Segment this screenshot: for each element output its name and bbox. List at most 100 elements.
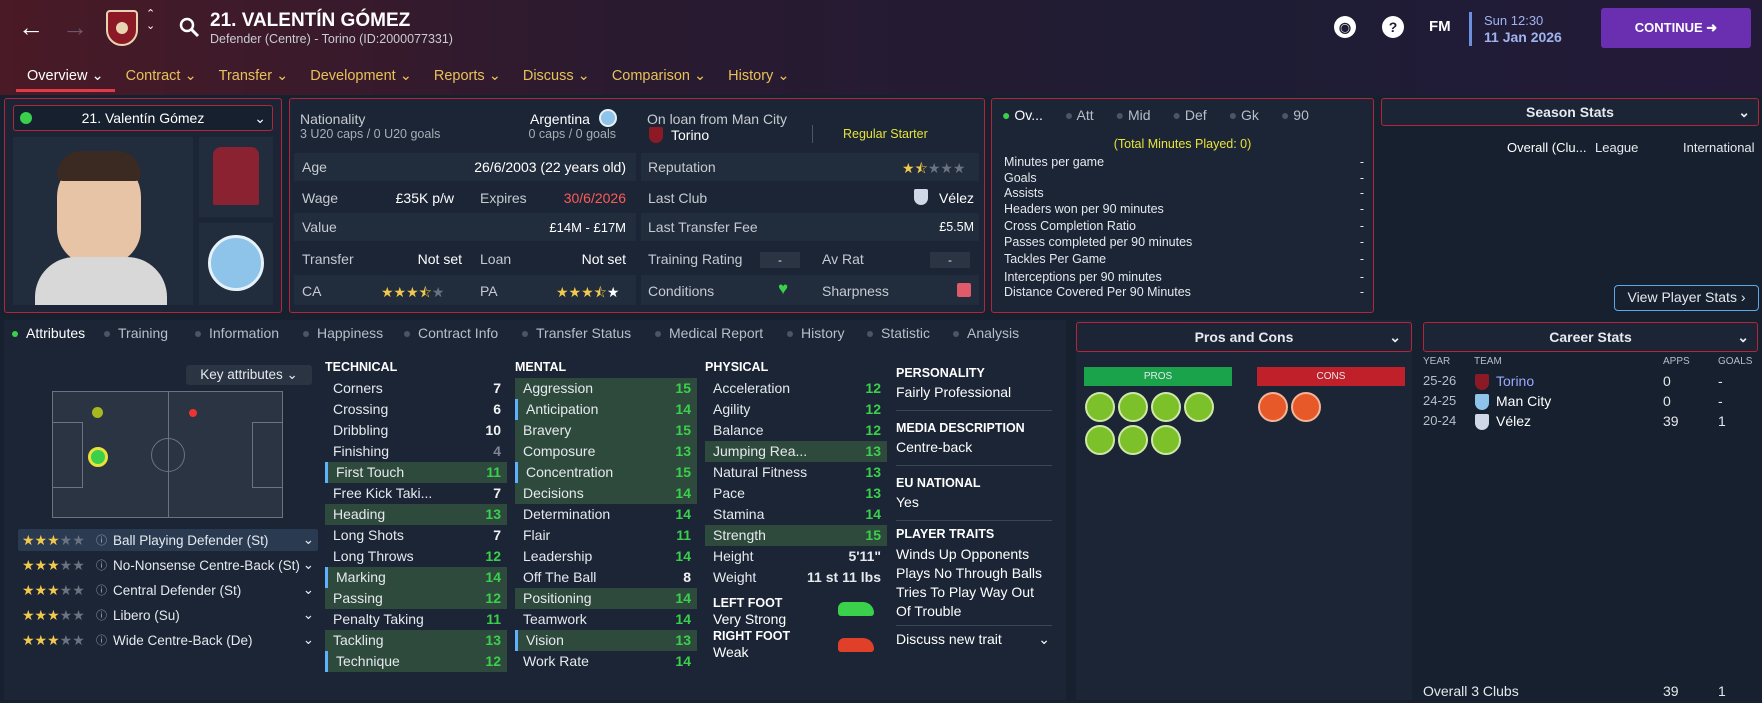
subtab-medical-report[interactable]: Medical Report — [655, 325, 763, 341]
game-date[interactable]: Sun 12:30 11 Jan 2026 — [1469, 12, 1562, 46]
attribute-row[interactable]: Natural Fitness 13 — [705, 462, 887, 483]
club-crest-icon[interactable] — [106, 10, 138, 46]
attribute-row[interactable]: Acceleration 12 — [705, 378, 887, 399]
attribute-row[interactable]: Flair 11 — [515, 525, 697, 546]
help-icon[interactable]: ? — [1382, 16, 1404, 38]
attribute-row[interactable]: Dribbling 10 — [325, 420, 507, 441]
attribute-row[interactable]: Long Shots 7 — [325, 525, 507, 546]
career-team[interactable]: Vélez — [1496, 413, 1531, 429]
subtab-transfer-status[interactable]: Transfer Status — [522, 325, 631, 341]
stats-tab-overview[interactable]: ● Ov... — [1002, 107, 1043, 123]
stats-tab-gk[interactable]: ● Gk — [1229, 107, 1259, 123]
attribute-row[interactable]: Finishing 4 — [325, 441, 507, 462]
pro-shield-icon[interactable] — [1118, 392, 1148, 422]
attribute-row[interactable]: Penalty Taking 11 — [325, 609, 507, 630]
forward-arrow-icon[interactable]: → — [62, 12, 88, 43]
back-arrow-icon[interactable]: ← — [18, 12, 44, 43]
attribute-row[interactable]: Passing 12 — [325, 588, 507, 609]
attribute-row[interactable]: Balance 12 — [705, 420, 887, 441]
tab-overview[interactable]: Overview ⌄ — [16, 62, 115, 92]
attribute-row[interactable]: Crossing 6 — [325, 399, 507, 420]
tab-comparison[interactable]: Comparison ⌄ — [601, 62, 717, 92]
subtab-history[interactable]: History — [787, 325, 845, 341]
con-card-icon[interactable] — [1291, 392, 1321, 422]
info-icon[interactable]: ⓘ — [96, 632, 107, 648]
search-icon[interactable] — [178, 16, 200, 38]
nationality-value[interactable]: Argentina — [530, 111, 590, 127]
career-team[interactable]: Torino — [1496, 373, 1534, 389]
attribute-row[interactable]: Leadership 14 — [515, 546, 697, 567]
attribute-row[interactable]: Determination 14 — [515, 504, 697, 525]
attribute-row[interactable]: Marking 14 — [325, 567, 507, 588]
tab-development[interactable]: Development ⌄ — [299, 62, 423, 92]
tab-transfer[interactable]: Transfer ⌄ — [208, 62, 300, 92]
attribute-row[interactable]: Tackling 13 — [325, 630, 507, 651]
role-row[interactable]: ★★★★★ ⓘ No-Nonsense Centre-Back (St) ⌄ — [18, 554, 318, 576]
stats-tab-att[interactable]: ● Att — [1065, 107, 1094, 123]
attribute-row[interactable]: Off The Ball 8 — [515, 567, 697, 588]
stats-tab-90[interactable]: ● 90 — [1281, 107, 1309, 123]
tab-discuss[interactable]: Discuss ⌄ — [512, 62, 601, 92]
attribute-row[interactable]: Technique 12 — [325, 651, 507, 672]
attribute-row[interactable]: Composure 13 — [515, 441, 697, 462]
role-row[interactable]: ★★★★★ ⓘ Wide Centre-Back (De) ⌄ — [18, 629, 318, 651]
subtab-analysis[interactable]: Analysis — [953, 325, 1019, 341]
subtab-information[interactable]: Information — [195, 325, 279, 341]
stats-tab-mid[interactable]: ● Mid — [1116, 107, 1151, 123]
season-stats-header[interactable]: Season Stats ⌄ — [1381, 98, 1759, 126]
stats-tab-def[interactable]: ● Def — [1173, 107, 1207, 123]
pro-handshake-icon[interactable] — [1151, 425, 1181, 455]
pros-cons-header[interactable]: Pros and Cons ⌄ — [1076, 322, 1412, 352]
attribute-row[interactable]: Decisions 14 — [515, 483, 697, 504]
career-stats-header[interactable]: Career Stats ⌄ — [1423, 322, 1758, 352]
continue-button[interactable]: CONTINUE ➜ — [1601, 8, 1751, 48]
last-club-value[interactable]: Vélez — [930, 190, 974, 206]
pro-clipboard-icon[interactable] — [1085, 392, 1115, 422]
attribute-row[interactable]: Work Rate 14 — [515, 651, 697, 672]
loan-club[interactable]: Torino — [671, 127, 709, 143]
attribute-row[interactable]: Jumping Rea... 13 — [705, 441, 887, 462]
attribute-row[interactable]: Agility 12 — [705, 399, 887, 420]
attribute-row[interactable]: First Touch 11 — [325, 462, 507, 483]
attribute-row[interactable]: Bravery 15 — [515, 420, 697, 441]
view-player-stats-button[interactable]: View Player Stats › — [1614, 285, 1759, 311]
attribute-row[interactable]: Pace 13 — [705, 483, 887, 504]
info-icon[interactable]: ⓘ — [96, 557, 107, 573]
attribute-row[interactable]: Corners 7 — [325, 378, 507, 399]
subtab-attributes[interactable]: Attributes — [12, 325, 85, 341]
loan-status-value[interactable]: Not set — [550, 251, 626, 267]
attribute-row[interactable]: Free Kick Taki... 7 — [325, 483, 507, 504]
role-row[interactable]: ★★★★★ ⓘ Central Defender (St) ⌄ — [18, 579, 318, 601]
pro-brain-icon[interactable] — [1085, 425, 1115, 455]
tab-contract[interactable]: Contract ⌄ — [115, 62, 208, 92]
attribute-row[interactable]: Aggression 15 — [515, 378, 697, 399]
con-ball-icon[interactable] — [1258, 392, 1288, 422]
attribute-row[interactable]: Vision 13 — [515, 630, 697, 651]
subtab-contract-info[interactable]: Contract Info — [404, 325, 498, 341]
key-attributes-dropdown[interactable]: Key attributes ⌄ — [186, 365, 312, 385]
attribute-row[interactable]: Teamwork 14 — [515, 609, 697, 630]
attribute-row[interactable]: Stamina 14 — [705, 504, 887, 525]
role-row[interactable]: ★★★★★ ⓘ Libero (Su) ⌄ — [18, 604, 318, 626]
info-icon[interactable]: ⓘ — [96, 532, 107, 548]
subtab-happiness[interactable]: Happiness — [303, 325, 383, 341]
globe-icon[interactable]: ◉ — [1334, 16, 1356, 38]
attribute-row[interactable]: Concentration 15 — [515, 462, 697, 483]
attribute-row[interactable]: Heading 13 — [325, 504, 507, 525]
pro-trend-icon[interactable] — [1184, 392, 1214, 422]
subtab-statistic[interactable]: Statistic — [867, 325, 930, 341]
discuss-trait-dropdown[interactable]: Discuss new trait ⌄ — [896, 630, 1052, 649]
pro-bandage-icon[interactable] — [1118, 425, 1148, 455]
info-icon[interactable]: ⓘ — [96, 607, 107, 623]
club-switch-chevrons-icon[interactable]: ⌃ ⌄ — [146, 8, 155, 32]
fm-menu-button[interactable]: FM — [1429, 18, 1451, 35]
player-selector[interactable]: 21. Valentín Gómez ⌄ — [13, 105, 273, 131]
loan-label[interactable]: On loan from Man City — [647, 111, 787, 127]
info-icon[interactable]: ⓘ — [96, 582, 107, 598]
subtab-training[interactable]: Training — [104, 325, 168, 341]
attribute-row[interactable]: Anticipation 14 — [515, 399, 697, 420]
pro-star-icon[interactable] — [1151, 392, 1181, 422]
role-row[interactable]: ★★★★★ ⓘ Ball Playing Defender (St) ⌄ — [18, 529, 318, 551]
attribute-row[interactable]: Long Throws 12 — [325, 546, 507, 567]
career-team[interactable]: Man City — [1496, 393, 1551, 409]
